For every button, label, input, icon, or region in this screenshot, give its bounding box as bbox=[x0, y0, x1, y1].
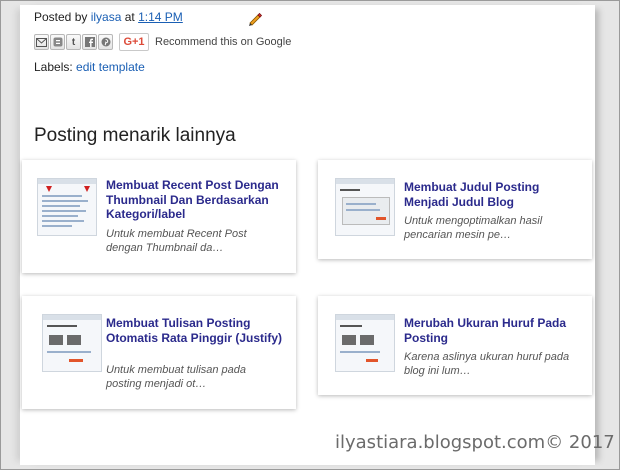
twitter-icon[interactable]: t bbox=[66, 34, 81, 50]
related-post-snippet: Karena aslinya ukuran huruf pada blog in… bbox=[404, 351, 570, 377]
related-post-snippet: Untuk membuat Recent Post dengan Thumbna… bbox=[106, 228, 247, 254]
related-posts-heading: Posting menarik lainnya bbox=[34, 125, 236, 146]
post-meta: Posted by ilyasa at 1:14 PM bbox=[34, 10, 183, 24]
related-post-card[interactable]: Merubah Ukuran Huruf Pada Posting Karena… bbox=[318, 296, 592, 395]
edit-pencil-icon[interactable] bbox=[247, 10, 263, 26]
labels-prefix: Labels: bbox=[34, 60, 73, 74]
related-post-title[interactable]: Membuat Recent Post Dengan Thumbnail Dan… bbox=[106, 178, 288, 222]
related-post-snippet: Untuk membuat tulisan pada posting menja… bbox=[106, 364, 247, 390]
related-post-card[interactable]: Membuat Judul Posting Menjadi Judul Blog… bbox=[318, 160, 592, 259]
pinterest-icon[interactable] bbox=[98, 34, 113, 50]
at-label: at bbox=[124, 10, 135, 24]
post-thumbnail[interactable] bbox=[335, 178, 395, 236]
post-thumbnail[interactable] bbox=[42, 314, 102, 372]
post-time-link[interactable]: 1:14 PM bbox=[138, 10, 183, 24]
related-post-card[interactable]: Membuat Tulisan Posting Otomatis Rata Pi… bbox=[22, 296, 296, 409]
posted-by-label: Posted by bbox=[34, 10, 88, 24]
share-bar: t G+1 Recommend this on Google bbox=[34, 33, 291, 51]
related-post-snippet: Untuk mengoptimalkan hasil pencarian mes… bbox=[404, 215, 543, 241]
author-link[interactable]: ilyasa bbox=[91, 10, 122, 24]
related-post-title[interactable]: Membuat Judul Posting Menjadi Judul Blog bbox=[404, 180, 584, 209]
blogger-icon[interactable] bbox=[50, 34, 65, 50]
post-thumbnail[interactable] bbox=[37, 178, 97, 236]
related-post-card[interactable]: Membuat Recent Post Dengan Thumbnail Dan… bbox=[22, 160, 296, 273]
email-icon[interactable] bbox=[34, 34, 49, 50]
related-post-title[interactable]: Membuat Tulisan Posting Otomatis Rata Pi… bbox=[106, 316, 288, 345]
watermark-text: ilyastiara.blogspot.com© 2017 bbox=[335, 432, 615, 453]
post-thumbnail[interactable] bbox=[335, 314, 395, 372]
related-post-title[interactable]: Merubah Ukuran Huruf Pada Posting bbox=[404, 316, 584, 345]
label-link[interactable]: edit template bbox=[76, 60, 145, 74]
facebook-icon[interactable] bbox=[82, 34, 97, 50]
recommend-text: Recommend this on Google bbox=[155, 36, 292, 48]
post-labels: Labels: edit template bbox=[34, 60, 145, 74]
google-plus-one-button[interactable]: G+1 bbox=[119, 33, 149, 51]
